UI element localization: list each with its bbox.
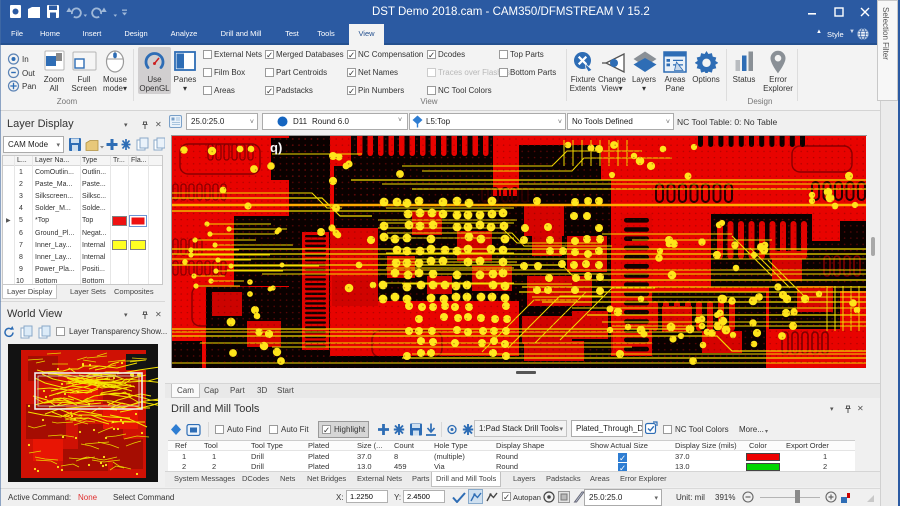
svg-text:q): q) [270, 140, 282, 155]
